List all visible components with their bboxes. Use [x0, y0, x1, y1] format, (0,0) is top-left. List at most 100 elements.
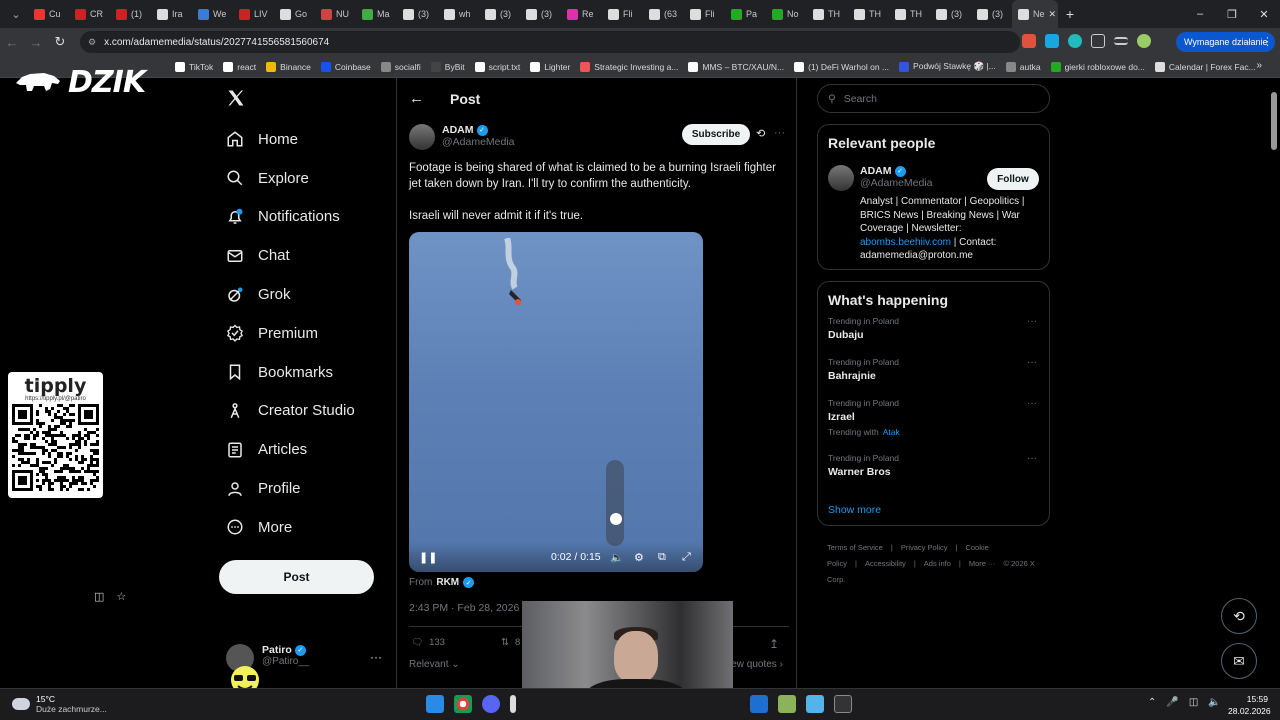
- messages-fab-icon[interactable]: ✉: [1221, 643, 1257, 679]
- pip-icon[interactable]: ⧉: [658, 551, 666, 564]
- terminal-icon[interactable]: [834, 695, 852, 713]
- minimize-icon[interactable]: –: [1184, 8, 1216, 20]
- browser-tab[interactable]: CR: [69, 0, 110, 28]
- profile-avatar-icon[interactable]: [1137, 34, 1151, 48]
- app-icon[interactable]: [510, 695, 516, 713]
- browser-tab[interactable]: (3): [397, 0, 438, 28]
- browser-tab[interactable]: No: [766, 0, 807, 28]
- close-tab-icon[interactable]: ✕: [1049, 9, 1057, 20]
- trend-more-icon[interactable]: ···: [1027, 357, 1037, 368]
- browser-tab[interactable]: Pa: [725, 0, 766, 28]
- author-handle[interactable]: @AdameMedia: [442, 136, 515, 148]
- bookmark-item[interactable]: socialfi: [380, 61, 421, 72]
- browser-tab[interactable]: Ma: [356, 0, 397, 28]
- fullscreen-icon[interactable]: ⤢: [682, 551, 691, 564]
- browser-tab[interactable]: TH: [807, 0, 848, 28]
- pause-icon[interactable]: ❚❚: [419, 551, 437, 564]
- tray-chevron-icon[interactable]: ⌃: [1148, 697, 1156, 708]
- avatar[interactable]: [409, 124, 435, 150]
- microphone-icon[interactable]: 🎤: [1166, 697, 1178, 708]
- browser-tab[interactable]: (63: [643, 0, 684, 28]
- install-icon[interactable]: ◫: [94, 590, 104, 603]
- bio-link[interactable]: abombs.beehiiv.com: [860, 237, 951, 248]
- maximize-icon[interactable]: ❐: [1216, 8, 1248, 21]
- trend-item[interactable]: Trending in Poland Bahrajnie ···: [818, 357, 1049, 398]
- browser-tab[interactable]: TH: [889, 0, 930, 28]
- site-info-icon[interactable]: ⚙: [88, 37, 96, 48]
- nav-item-chat[interactable]: Chat: [226, 236, 355, 275]
- scrollbar[interactable]: [1271, 80, 1277, 720]
- relevant-person-identity[interactable]: ADAM ✓ @AdameMedia: [860, 165, 933, 189]
- back-arrow-icon[interactable]: ←: [409, 90, 424, 107]
- trend-more-icon[interactable]: ···: [1027, 316, 1037, 327]
- bookmark-item[interactable]: Binance: [266, 61, 311, 72]
- volume-slider[interactable]: [606, 460, 624, 546]
- browser-menu-icon[interactable]: ⋮: [1262, 35, 1273, 48]
- nav-item-profile[interactable]: Profile: [226, 469, 355, 508]
- show-more-link[interactable]: Show more: [818, 504, 891, 516]
- scrollbar-thumb[interactable]: [1271, 92, 1277, 150]
- post-timestamp[interactable]: 2:43 PM · Feb 28, 2026 ·: [409, 602, 526, 614]
- account-more-icon[interactable]: ···: [370, 650, 382, 664]
- nav-item-explore[interactable]: Explore: [226, 159, 355, 198]
- volume-slider-handle[interactable]: [610, 513, 622, 525]
- trend-item[interactable]: Trending in Poland Warner Bros ···: [818, 453, 1049, 494]
- browser-tab[interactable]: Fli: [602, 0, 643, 28]
- footer-link[interactable]: Privacy Policy: [901, 543, 948, 552]
- footer-link[interactable]: More ···: [969, 559, 996, 568]
- follow-button[interactable]: Follow: [987, 168, 1039, 190]
- nav-item-grok[interactable]: Grok: [226, 275, 355, 314]
- bookmark-item[interactable]: (1) DeFi Warhol on ...: [794, 61, 889, 72]
- browser-tab[interactable]: Fli: [684, 0, 725, 28]
- clock[interactable]: 15:59 28.02.2026: [1228, 693, 1271, 717]
- post-author[interactable]: ADAM ✓ @AdameMedia: [409, 124, 515, 150]
- browser-tab[interactable]: Ne ✕: [1012, 0, 1058, 28]
- back-icon[interactable]: ←: [0, 35, 24, 50]
- browser-tab[interactable]: (1): [110, 0, 151, 28]
- author-name[interactable]: ADAM: [442, 124, 474, 136]
- video-player[interactable]: ❚❚ 0:02 / 0:15 🔈 ⚙ ⧉ ⤢: [409, 232, 703, 572]
- bookmark-item[interactable]: MMS – BTC/XAU/N...: [688, 61, 784, 72]
- nav-item-articles[interactable]: Articles: [226, 430, 355, 469]
- nav-item-notifications[interactable]: Notifications: [226, 198, 355, 237]
- grok-fab-icon[interactable]: ⟲: [1221, 598, 1257, 634]
- bookmark-item[interactable]: autka: [1005, 61, 1041, 72]
- browser-tab[interactable]: Cu: [28, 0, 69, 28]
- bookmark-item[interactable]: ByBit: [430, 61, 465, 72]
- extension-icon[interactable]: [1068, 34, 1082, 48]
- bookmark-item[interactable]: Podwój Stawkę 🎲 |...: [899, 61, 996, 72]
- browser-tab[interactable]: (3): [930, 0, 971, 28]
- trend-item[interactable]: Trending in Poland Izrael Trending with Ata…: [818, 398, 1049, 453]
- app-icon[interactable]: [778, 695, 796, 713]
- nav-item-more[interactable]: More: [226, 508, 355, 547]
- trend-item[interactable]: Trending in Poland Dubaju ···: [818, 316, 1049, 357]
- footer-link[interactable]: Accessibility: [865, 559, 906, 568]
- url-field[interactable]: ⚙ x.com/adamemedia/status/20277415565815…: [80, 31, 1020, 603]
- bookmark-item[interactable]: Lighter: [530, 61, 570, 72]
- subscribe-button[interactable]: Subscribe: [682, 124, 750, 145]
- footer-link[interactable]: Terms of Service: [827, 543, 883, 552]
- source-name[interactable]: RKM: [436, 577, 459, 588]
- notepad-icon[interactable]: [806, 695, 824, 713]
- trend-with-link[interactable]: Atak: [883, 427, 900, 437]
- avatar[interactable]: [828, 165, 854, 191]
- search-input[interactable]: ⚲ Search: [817, 84, 1050, 113]
- reload-icon[interactable]: ↻: [48, 34, 72, 50]
- browser-tab[interactable]: We: [192, 0, 233, 28]
- browser-tab[interactable]: (3): [520, 0, 561, 28]
- browser-tab[interactable]: LIV: [233, 0, 274, 28]
- post-more-icon[interactable]: ···: [774, 127, 785, 139]
- browser-tab[interactable]: Go: [274, 0, 315, 28]
- action-required-button[interactable]: Wymagane działanie: [1176, 32, 1276, 52]
- tab-search-icon[interactable]: ⌄: [4, 4, 28, 24]
- extension-icon[interactable]: [1045, 34, 1059, 48]
- footer-link[interactable]: Ads info: [924, 559, 951, 568]
- reply-button[interactable]: 🗨 133: [411, 637, 501, 648]
- media-icon[interactable]: [1114, 37, 1128, 45]
- nav-item-bookmarks[interactable]: Bookmarks: [226, 353, 355, 392]
- browser-tab[interactable]: wh: [438, 0, 479, 28]
- bookmark-item[interactable]: script.txt: [474, 61, 520, 72]
- bookmark-star-icon[interactable]: ☆: [116, 590, 126, 603]
- bookmarks-overflow-icon[interactable]: »: [1256, 60, 1262, 71]
- extensions-puzzle-icon[interactable]: [1091, 34, 1105, 48]
